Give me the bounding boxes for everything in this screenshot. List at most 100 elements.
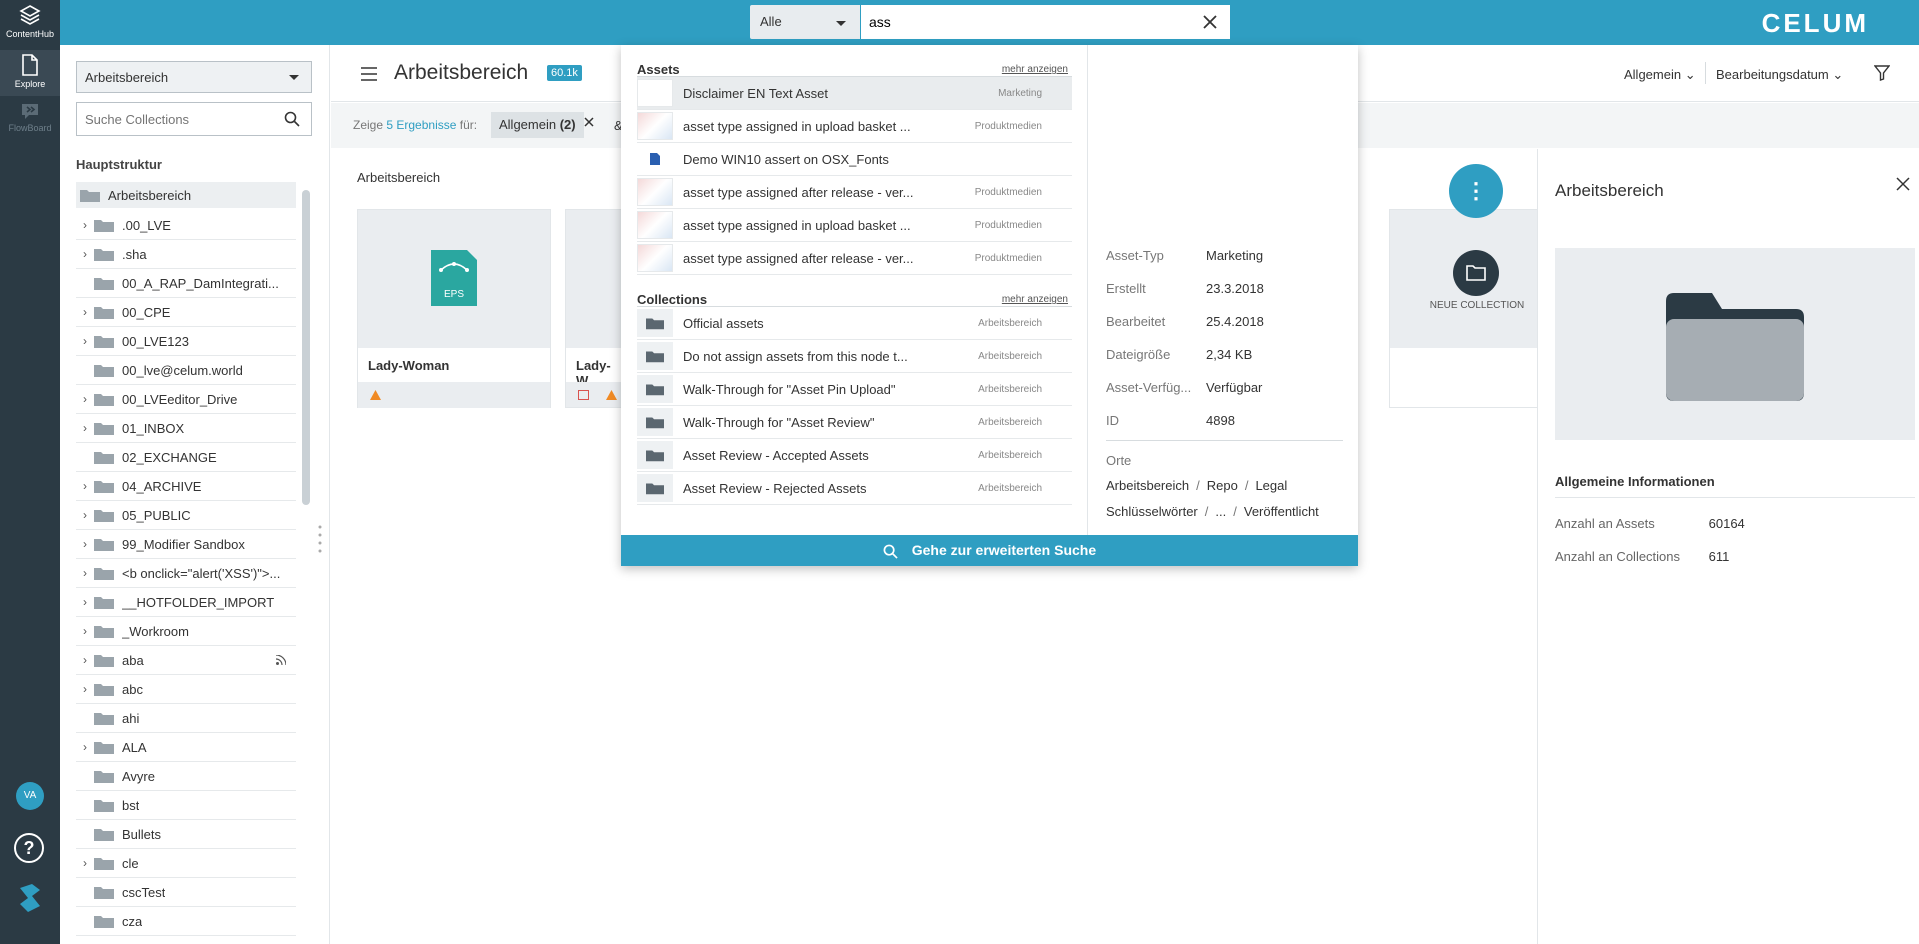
advanced-search-button[interactable]: Gehe zur erweiterten Suche — [621, 535, 1358, 566]
collection-suggestion[interactable]: Asset Review - Accepted Assets Arbeitsber… — [637, 439, 1072, 472]
chevron-right-icon[interactable]: › — [76, 305, 94, 319]
folder-thumbnail — [637, 408, 673, 436]
location-path[interactable]: Schlüsselwörter /... / Veröffentlicht — [1106, 504, 1319, 519]
user-avatar[interactable]: VA — [16, 782, 44, 810]
asset-suggestion[interactable]: Disclaimer EN Text Asset Marketing — [637, 77, 1072, 110]
divider — [1705, 62, 1706, 84]
show-more-link[interactable]: mehr anzeigen — [1002, 64, 1068, 75]
clear-search-icon[interactable] — [1200, 12, 1220, 32]
collection-suggestion[interactable]: Walk-Through for "Asset Review" Arbeitsbe… — [637, 406, 1072, 439]
path-segment: ... — [1215, 504, 1227, 519]
collection-suggestion[interactable]: Official assets Arbeitsbereich — [637, 307, 1072, 340]
tree-item[interactable]: Avyre — [76, 762, 296, 791]
more-actions-button[interactable]: ⋮ — [1449, 164, 1503, 218]
chevron-right-icon[interactable]: › — [76, 421, 94, 435]
tree-item[interactable]: › <b onclick="alert('XSS')">... — [76, 559, 296, 588]
folder-icon — [646, 351, 664, 363]
drag-handle-icon[interactable] — [318, 525, 322, 553]
tree-item-label: 00_LVE123 — [122, 333, 189, 349]
tree-item[interactable]: › 00_LVEeditor_Drive — [76, 385, 296, 414]
folder-icon — [94, 626, 114, 638]
chevron-right-icon[interactable]: › — [76, 682, 94, 696]
tree-item[interactable]: › 01_INBOX — [76, 414, 296, 443]
asset-suggestion[interactable]: Demo WIN10 assert on OSX_Fonts — [637, 143, 1072, 176]
close-icon[interactable] — [584, 117, 594, 127]
tree-item[interactable]: Bullets — [76, 820, 296, 849]
asset-count-label: Anzahl an Assets — [1555, 516, 1655, 531]
collection-suggestion[interactable]: Do not assign assets from this node t...… — [637, 340, 1072, 373]
asset-suggestion[interactable]: asset type assigned after release - ver.… — [637, 176, 1072, 209]
tree-item[interactable]: › .00_LVE — [76, 211, 296, 240]
chevron-right-icon[interactable]: › — [76, 392, 94, 406]
collection-suggestion[interactable]: Walk-Through for "Asset Pin Upload" Arbei… — [637, 373, 1072, 406]
filter-icon[interactable] — [1874, 65, 1890, 81]
workspace-select[interactable]: Arbeitsbereich — [76, 61, 312, 93]
folder-thumbnail — [637, 474, 673, 502]
tree-item[interactable]: › aba — [76, 646, 296, 675]
search-icon[interactable] — [284, 111, 300, 127]
tree-item[interactable]: › abc — [76, 675, 296, 704]
close-icon[interactable] — [1896, 177, 1910, 191]
tree-item[interactable]: › .sha — [76, 240, 296, 269]
tree-item[interactable]: › 05_PUBLIC — [76, 501, 296, 530]
tree-item[interactable]: cza — [76, 907, 296, 936]
folder-thumbnail — [637, 375, 673, 403]
chevron-right-icon[interactable]: › — [76, 595, 94, 609]
show-more-link[interactable]: mehr anzeigen — [1002, 294, 1068, 305]
tree-item-label: 00_LVEeditor_Drive — [122, 391, 238, 407]
chevron-right-icon[interactable]: › — [76, 537, 94, 551]
sort-date-dropdown[interactable]: Bearbeitungsdatum ⌄ — [1716, 67, 1843, 83]
tree-item[interactable]: › 00_CPE — [76, 298, 296, 327]
tree-item[interactable]: › _Workroom — [76, 617, 296, 646]
folder-icon — [94, 423, 114, 435]
asset-card[interactable]: Lady-W — [565, 209, 625, 408]
asset-suggestion[interactable]: asset type assigned in upload basket ...… — [637, 209, 1072, 242]
collection-search-input[interactable] — [76, 102, 312, 136]
locations-label: Orte — [1106, 453, 1132, 468]
search-scope-select[interactable]: Alle — [750, 5, 860, 39]
chevron-right-icon[interactable]: › — [76, 856, 94, 870]
tree-item[interactable]: ahi — [76, 704, 296, 733]
chevron-right-icon[interactable]: › — [76, 740, 94, 754]
location-path[interactable]: Arbeitsbereich / Repo / Legal — [1106, 478, 1287, 493]
asset-suggestion[interactable]: asset type assigned after release - ver.… — [637, 242, 1072, 275]
asset-count-badge: 60.1k — [547, 65, 582, 81]
help-button[interactable]: ? — [14, 833, 44, 863]
tree-item[interactable]: › 04_ARCHIVE — [76, 472, 296, 501]
folder-icon — [94, 713, 114, 725]
flowboard-nav[interactable]: FlowBoard — [0, 102, 60, 142]
tree-item[interactable]: › __HOTFOLDER_IMPORT — [76, 588, 296, 617]
asset-thumbnail: EPS — [358, 210, 550, 348]
sort-general-dropdown[interactable]: Allgemein ⌄ — [1624, 67, 1696, 83]
chevron-right-icon[interactable]: › — [76, 624, 94, 638]
chevron-right-icon[interactable]: › — [76, 479, 94, 493]
tree-item[interactable]: cscTest — [76, 878, 296, 907]
chevron-right-icon[interactable]: › — [76, 653, 94, 667]
explore-nav[interactable]: Explore — [0, 50, 60, 96]
chevron-right-icon[interactable]: › — [76, 566, 94, 580]
collection-suggestion[interactable]: Asset Review - Rejected Assets Arbeitsber… — [637, 472, 1072, 505]
chevron-right-icon[interactable]: › — [76, 218, 94, 232]
tree-scrollbar[interactable] — [302, 190, 310, 505]
tree-item[interactable]: bst — [76, 791, 296, 820]
chevron-right-icon[interactable]: › — [76, 508, 94, 522]
tree-item[interactable]: 02_EXCHANGE — [76, 443, 296, 472]
contenthub-nav[interactable]: ContentHub — [0, 4, 60, 44]
tree-item[interactable]: › ALA — [76, 733, 296, 762]
asset-suggestion[interactable]: asset type assigned in upload basket ...… — [637, 110, 1072, 143]
menu-icon[interactable] — [361, 67, 377, 81]
tree-item[interactable]: › cle — [76, 849, 296, 878]
detail-value: 25.4.2018 — [1206, 314, 1264, 329]
tree-item[interactable]: 00_lve@celum.world — [76, 356, 296, 385]
tree-root-item[interactable]: Arbeitsbereich — [76, 182, 296, 208]
tree-item[interactable]: › 00_LVE123 — [76, 327, 296, 356]
global-search-input[interactable] — [861, 5, 1230, 39]
collection-location-tag: Arbeitsbereich — [978, 449, 1042, 461]
folder-icon — [94, 278, 114, 290]
tree-item[interactable]: › 99_Modifier Sandbox — [76, 530, 296, 559]
tree-item[interactable]: 00_A_RAP_DamIntegrati... — [76, 269, 296, 298]
new-collection-button[interactable] — [1453, 250, 1499, 296]
chevron-right-icon[interactable]: › — [76, 247, 94, 261]
asset-card[interactable]: EPS Lady-Woman — [357, 209, 551, 408]
chevron-right-icon[interactable]: › — [76, 334, 94, 348]
